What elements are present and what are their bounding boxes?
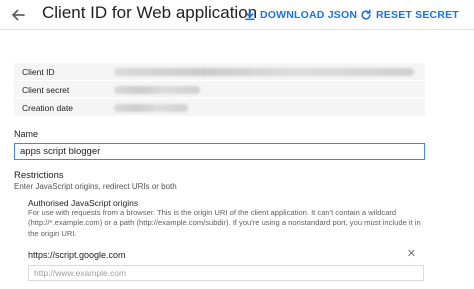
creation-date-value [110,103,425,112]
arrow-back-icon [12,9,25,21]
credentials-table: Client ID Client secret Creation date [14,63,425,117]
client-secret-label: Client secret [22,84,70,95]
js-origins-title: Authorised JavaScript origins [28,198,139,208]
close-icon[interactable]: ✕ [407,249,416,260]
restrictions-subtitle: Enter JavaScript origins, redirect URIs … [14,182,177,191]
table-row: Client ID [14,63,425,81]
refresh-icon [361,9,371,20]
back-button[interactable] [8,5,28,25]
restrictions-title: Restrictions [14,170,64,181]
origin-input[interactable] [28,265,424,281]
list-item: https://script.google.com ✕ [28,247,424,262]
download-json-label: DOWNLOAD JSON [260,9,358,21]
app-header: Client ID for Web application DOWNLOAD J… [0,0,474,30]
download-icon [245,9,255,21]
client-id-value [110,67,425,76]
name-field[interactable] [14,143,425,160]
reset-secret-label: RESET SECRET [376,9,459,21]
reset-secret-button[interactable]: RESET SECRET [360,6,459,24]
name-label: Name [14,129,39,139]
creation-date-label: Creation date [22,102,74,113]
page-title: Client ID for Web application [42,3,258,22]
client-id-label: Client ID [22,66,55,77]
download-json-button[interactable]: DOWNLOAD JSON [244,6,357,24]
client-secret-value [110,85,425,94]
table-row: Creation date [14,99,425,117]
origin-value: https://script.google.com [28,249,126,260]
table-row: Client secret [14,81,425,99]
js-origins-description: For use with requests from a browser. Th… [28,208,421,238]
